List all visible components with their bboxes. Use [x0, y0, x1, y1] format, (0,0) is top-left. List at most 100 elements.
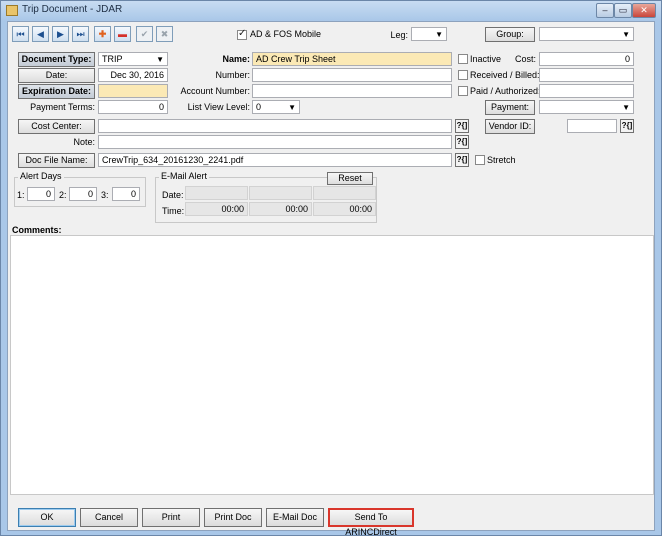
restore-button[interactable]: ▭	[614, 3, 632, 18]
email-alert-time-2[interactable]: 00:00	[249, 202, 312, 216]
number-label: Number:	[215, 70, 250, 80]
leg-dropdown[interactable]: ▼	[411, 27, 447, 41]
group-dropdown[interactable]: ▼	[539, 27, 634, 41]
first-record-icon: ⏮	[16, 29, 25, 39]
print-button[interactable]: Print	[142, 508, 200, 527]
stretch-label: Stretch	[487, 155, 516, 165]
window-title: Trip Document - JDAR	[22, 4, 123, 15]
cancel-icon: ✖	[160, 29, 169, 39]
cost-center-button[interactable]: Cost Center:	[18, 119, 95, 134]
list-view-level-label: List View Level:	[187, 102, 250, 112]
name-field[interactable]: AD Crew Trip Sheet	[252, 52, 452, 66]
note-field[interactable]	[98, 135, 452, 149]
payment-dropdown[interactable]: ▼	[539, 100, 634, 114]
email-alert-date-3[interactable]	[313, 186, 376, 200]
first-record-button[interactable]: ⏮	[12, 26, 29, 42]
alert-day-3-field[interactable]: 0	[112, 187, 140, 201]
alert-day-2-field[interactable]: 0	[69, 187, 97, 201]
doc-file-name-button[interactable]: Doc File Name:	[18, 153, 95, 168]
check-icon: ✔	[140, 29, 149, 39]
date-button[interactable]: Date:	[18, 68, 95, 83]
comments-textarea[interactable]	[10, 235, 654, 495]
delete-record-button[interactable]: ▬	[114, 26, 131, 42]
last-record-button[interactable]: ⏭	[72, 26, 89, 42]
alert-day-2-label: 2:	[59, 190, 67, 200]
cost-center-lookup-button[interactable]: ?{]	[455, 119, 469, 133]
minimize-button[interactable]: –	[596, 3, 614, 18]
chevron-down-icon: ▼	[156, 55, 164, 64]
vendor-id-button[interactable]: Vendor ID:	[485, 119, 535, 134]
email-alert-date-1[interactable]	[185, 186, 248, 200]
close-button[interactable]: ✕	[632, 3, 656, 18]
vendor-id-field[interactable]	[567, 119, 617, 133]
received-billed-label: Received / Billed:	[470, 70, 540, 80]
email-doc-button[interactable]: E-Mail Doc	[266, 508, 324, 527]
chevron-down-icon: ▼	[622, 30, 630, 39]
print-doc-button[interactable]: Print Doc	[204, 508, 262, 527]
next-record-icon: ▶	[57, 29, 64, 39]
email-alert-date-2[interactable]	[249, 186, 312, 200]
email-alert-time-3[interactable]: 00:00	[313, 202, 376, 216]
chevron-down-icon: ▼	[435, 30, 443, 39]
payment-button[interactable]: Payment:	[485, 100, 535, 115]
cost-field[interactable]: 0	[539, 52, 634, 66]
add-icon: ✚	[98, 29, 107, 39]
paid-authorized-label: Paid / Authorized:	[470, 86, 541, 96]
document-type-dropdown[interactable]: TRIP ▼	[98, 52, 168, 66]
account-number-label: Account Number:	[180, 86, 250, 96]
received-billed-field[interactable]	[539, 68, 634, 82]
document-type-button[interactable]: Document Type:	[18, 52, 95, 67]
delete-icon: ▬	[118, 29, 127, 39]
expiration-date-button[interactable]: Expiration Date:	[18, 84, 95, 99]
chevron-down-icon: ▼	[288, 103, 296, 112]
payment-terms-label: Payment Terms:	[30, 102, 95, 112]
comments-label: Comments:	[12, 225, 62, 235]
name-label: Name:	[222, 54, 250, 64]
ad-fos-mobile-label: AD & FOS Mobile	[250, 29, 322, 39]
number-field[interactable]	[252, 68, 452, 82]
cost-center-field[interactable]	[98, 119, 452, 133]
add-record-button[interactable]: ✚	[94, 26, 111, 42]
form-client-area: ⏮ ◀ ▶ ⏭ ✚ ▬ ✔ ✖ AD & FOS Mobile Leg: ▼ G…	[7, 21, 655, 537]
send-to-arincdirect-button[interactable]: Send To ARINCDirect	[328, 508, 414, 537]
received-billed-checkbox[interactable]	[458, 70, 468, 80]
previous-record-button[interactable]: ◀	[32, 26, 49, 42]
payment-terms-field[interactable]: 0	[98, 100, 168, 114]
inactive-label: Inactive	[470, 54, 502, 64]
leg-label: Leg:	[390, 30, 408, 40]
last-record-icon: ⏭	[76, 29, 85, 39]
note-lookup-button[interactable]: ?{]	[455, 135, 469, 149]
previous-record-icon: ◀	[37, 29, 44, 39]
email-alert-reset-button[interactable]: Reset	[327, 172, 373, 185]
list-view-level-dropdown[interactable]: 0 ▼	[252, 100, 300, 114]
inactive-checkbox[interactable]	[458, 54, 468, 64]
alert-day-3-label: 3:	[101, 190, 109, 200]
email-alert-time-label: Time:	[162, 206, 185, 216]
note-label: Note:	[73, 137, 95, 147]
ad-fos-mobile-checkbox[interactable]	[237, 28, 247, 40]
cost-label: Cost:	[514, 54, 536, 64]
ok-button[interactable]: OK	[18, 508, 76, 527]
alert-day-1-label: 1:	[17, 190, 25, 200]
alert-days-title: Alert Days	[18, 171, 64, 181]
group-button[interactable]: Group:	[485, 27, 535, 42]
alert-day-1-field[interactable]: 0	[27, 187, 55, 201]
vendor-id-lookup-button[interactable]: ?{]	[620, 119, 634, 133]
paid-authorized-field[interactable]	[539, 84, 634, 98]
app-icon	[6, 5, 18, 16]
paid-authorized-checkbox[interactable]	[458, 86, 468, 96]
doc-file-name-field[interactable]: CrewTrip_634_20161230_2241.pdf	[98, 153, 452, 167]
email-alert-title: E-Mail Alert	[159, 171, 210, 181]
email-alert-date-label: Date:	[162, 190, 184, 200]
email-alert-time-1[interactable]: 00:00	[185, 202, 248, 216]
cancel-button[interactable]: Cancel	[80, 508, 138, 527]
next-record-button[interactable]: ▶	[52, 26, 69, 42]
expiration-date-field[interactable]	[98, 84, 168, 98]
account-number-field[interactable]	[252, 84, 452, 98]
chevron-down-icon: ▼	[622, 103, 630, 112]
save-record-button[interactable]: ✔	[136, 26, 153, 42]
cancel-edit-button[interactable]: ✖	[156, 26, 173, 42]
stretch-checkbox[interactable]	[475, 155, 485, 165]
doc-file-lookup-button[interactable]: ?{]	[455, 153, 469, 167]
date-field[interactable]: Dec 30, 2016	[98, 68, 168, 82]
